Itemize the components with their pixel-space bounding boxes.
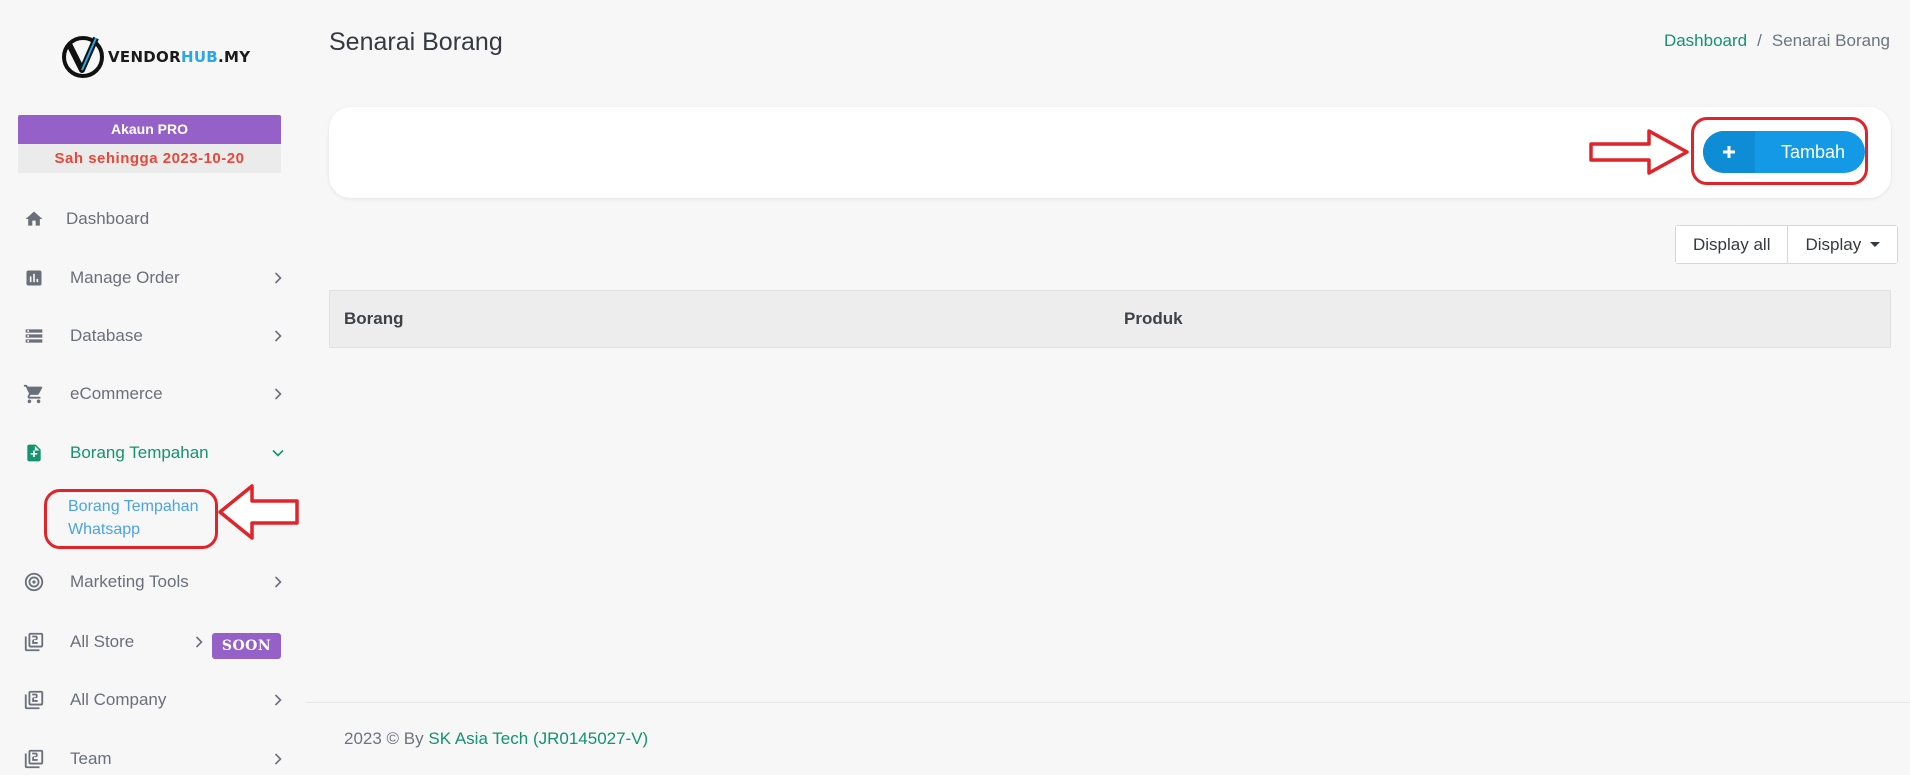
- chevron-right-icon: [272, 272, 284, 284]
- display-all-button[interactable]: Display all: [1676, 226, 1788, 263]
- sidebar-item-label: Team: [70, 749, 112, 768]
- plan-label: Akaun PRO: [18, 115, 281, 144]
- library-icon: [22, 747, 46, 771]
- sidebar-item-borang-tempahan[interactable]: Borang Tempahan: [0, 433, 300, 473]
- annotation-highlight-subitem: [44, 489, 218, 549]
- sidebar-item-label: All Company: [70, 690, 167, 709]
- display-dropdown-button[interactable]: Display: [1787, 226, 1898, 263]
- database-icon: [22, 324, 46, 348]
- footer-company-link[interactable]: SK Asia Tech (JR0145027-V): [428, 729, 648, 748]
- footer-copyright: 2023 © By: [344, 729, 429, 748]
- display-all-label: Display all: [1693, 234, 1771, 254]
- annotation-arrow-right-icon: [1589, 129, 1689, 175]
- target-icon: [22, 570, 46, 594]
- chevron-right-icon: [272, 388, 284, 400]
- form-add-icon: [22, 441, 46, 465]
- plus-icon: [1703, 131, 1755, 173]
- plan-validity: Sah sehingga 2023-10-20: [18, 144, 281, 173]
- sidebar-item-manage-order[interactable]: Manage Order: [0, 258, 300, 298]
- sidebar-item-label: Marketing Tools: [70, 572, 189, 591]
- library-icon: [22, 630, 46, 654]
- chart-icon: [22, 266, 46, 290]
- account-plan-box: Akaun PRO Sah sehingga 2023-10-20: [18, 115, 281, 173]
- sidebar-item-team[interactable]: Team: [0, 739, 300, 775]
- sidebar-item-all-company[interactable]: All Company: [0, 680, 300, 720]
- breadcrumb-dashboard-link[interactable]: Dashboard: [1664, 31, 1747, 51]
- brand-logo[interactable]: VENDORHUB.MY: [60, 32, 250, 82]
- cart-icon: [22, 382, 46, 406]
- sidebar-item-label: All Store: [70, 632, 135, 651]
- sidebar-item-marketing-tools[interactable]: Marketing Tools: [0, 562, 300, 602]
- sidebar-item-label: Manage Order: [70, 268, 180, 287]
- table-header: Borang Produk: [329, 290, 1891, 348]
- breadcrumb-current: Senarai Borang: [1771, 31, 1890, 50]
- sidebar: VENDORHUB.MY Akaun PRO Sah sehingga 2023…: [0, 0, 300, 775]
- add-button[interactable]: Tambah: [1703, 131, 1865, 173]
- page-title: Senarai Borang: [329, 28, 503, 56]
- sidebar-item-label: eCommerce: [70, 384, 163, 403]
- library-icon: [22, 688, 46, 712]
- footer-divider: [306, 702, 1910, 703]
- sidebar-item-database[interactable]: Database: [0, 316, 300, 356]
- chevron-down-icon: [272, 447, 284, 459]
- add-button-label: Tambah: [1781, 141, 1846, 162]
- footer: 2023 © By SK Asia Tech (JR0145027-V): [344, 729, 648, 749]
- display-label: Display: [1805, 234, 1862, 254]
- chevron-right-icon: [193, 636, 205, 648]
- home-icon: [22, 207, 46, 231]
- chevron-right-icon: [272, 576, 284, 588]
- vendorhub-v-logo-icon: [62, 36, 104, 78]
- soon-badge: SOON: [212, 633, 281, 659]
- caret-down-icon: [1870, 242, 1881, 247]
- brand-name: VENDORHUB.MY: [108, 48, 251, 66]
- sidebar-item-label: Borang Tempahan: [70, 443, 209, 462]
- column-header-borang[interactable]: Borang: [344, 309, 404, 329]
- breadcrumb-separator: /: [1757, 31, 1762, 50]
- chevron-right-icon: [272, 753, 284, 765]
- sidebar-item-ecommerce[interactable]: eCommerce: [0, 374, 300, 414]
- breadcrumb: Dashboard / Senarai Borang: [1664, 31, 1890, 51]
- column-header-produk[interactable]: Produk: [1124, 309, 1183, 329]
- sidebar-item-dashboard[interactable]: Dashboard: [0, 199, 300, 239]
- display-button-group: Display all Display: [1675, 225, 1899, 264]
- annotation-arrow-left-icon: [218, 484, 299, 540]
- chevron-right-icon: [272, 330, 284, 342]
- chevron-right-icon: [272, 694, 284, 706]
- sidebar-item-label: Dashboard: [66, 209, 150, 228]
- sidebar-item-label: Database: [70, 326, 143, 345]
